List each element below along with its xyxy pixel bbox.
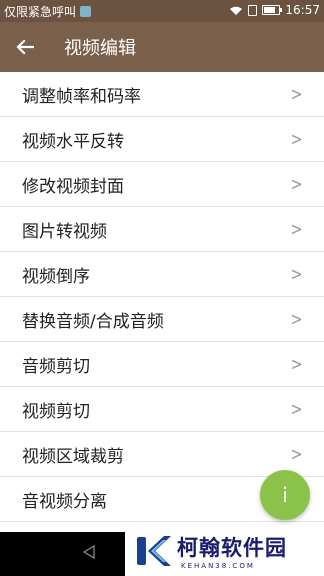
menu-item-label: 替换音频/合成音频 bbox=[22, 311, 164, 332]
menu-item-frame-rate-bitrate[interactable]: 调整帧率和码率 > bbox=[0, 72, 324, 117]
menu-item-change-cover[interactable]: 修改视频封面 > bbox=[0, 162, 324, 207]
nav-back-icon[interactable] bbox=[82, 544, 96, 560]
chevron-right-icon: > bbox=[290, 398, 303, 420]
menu-item-label: 图片转视频 bbox=[22, 221, 107, 242]
status-bar: 仅限紧急呼叫 16:57 bbox=[0, 0, 324, 22]
menu-item-horizontal-flip[interactable]: 视频水平反转 > bbox=[0, 117, 324, 162]
menu-item-label: 视频水平反转 bbox=[22, 131, 124, 152]
chevron-right-icon: > bbox=[290, 443, 303, 465]
page-title: 视频编辑 bbox=[64, 38, 136, 59]
menu-item-label: 调整帧率和码率 bbox=[22, 86, 141, 107]
back-button[interactable] bbox=[0, 22, 50, 72]
status-time: 16:57 bbox=[285, 3, 320, 17]
chevron-right-icon: > bbox=[290, 173, 303, 195]
menu-item-label: 音频剪切 bbox=[22, 356, 90, 377]
menu-item-region-crop[interactable]: 视频区域裁剪 > bbox=[0, 432, 324, 477]
chevron-right-icon: > bbox=[290, 263, 303, 285]
menu-item-reverse-video[interactable]: 视频倒序 > bbox=[0, 252, 324, 297]
chevron-right-icon: > bbox=[290, 353, 303, 375]
app-bar: 视频编辑 bbox=[0, 22, 324, 72]
menu-list: 调整帧率和码率 > 视频水平反转 > 修改视频封面 > 图片转视频 > 视频倒序… bbox=[0, 72, 324, 522]
menu-item-video-cut[interactable]: 视频剪切 > bbox=[0, 387, 324, 432]
site-watermark: 柯翰软件园 KEHAN38.COM bbox=[125, 526, 324, 576]
menu-item-label: 修改视频封面 bbox=[22, 176, 124, 197]
chevron-right-icon: > bbox=[290, 218, 303, 240]
menu-item-label: 视频区域裁剪 bbox=[22, 446, 124, 467]
menu-item-images-to-video[interactable]: 图片转视频 > bbox=[0, 207, 324, 252]
info-fab-button[interactable]: i bbox=[260, 470, 310, 520]
chevron-right-icon: > bbox=[290, 308, 303, 330]
sim-icon bbox=[248, 4, 258, 16]
wifi-icon bbox=[230, 6, 243, 15]
chevron-right-icon: > bbox=[290, 128, 303, 150]
menu-item-label: 音视频分离 bbox=[22, 491, 107, 512]
battery-icon bbox=[262, 5, 283, 15]
watermark-logo-icon bbox=[133, 531, 173, 571]
watermark-title: 柯翰软件园 bbox=[177, 536, 287, 560]
watermark-url: KEHAN38.COM bbox=[181, 562, 255, 570]
notification-icon bbox=[80, 6, 92, 17]
chevron-right-icon: > bbox=[290, 83, 303, 105]
menu-item-replace-audio[interactable]: 替换音频/合成音频 > bbox=[0, 297, 324, 342]
menu-item-label: 视频剪切 bbox=[22, 401, 90, 422]
menu-item-audio-cut[interactable]: 音频剪切 > bbox=[0, 342, 324, 387]
info-icon: i bbox=[282, 483, 288, 507]
menu-item-label: 视频倒序 bbox=[22, 266, 90, 287]
arrow-left-icon bbox=[16, 39, 34, 55]
carrier-text: 仅限紧急呼叫 bbox=[4, 5, 77, 19]
